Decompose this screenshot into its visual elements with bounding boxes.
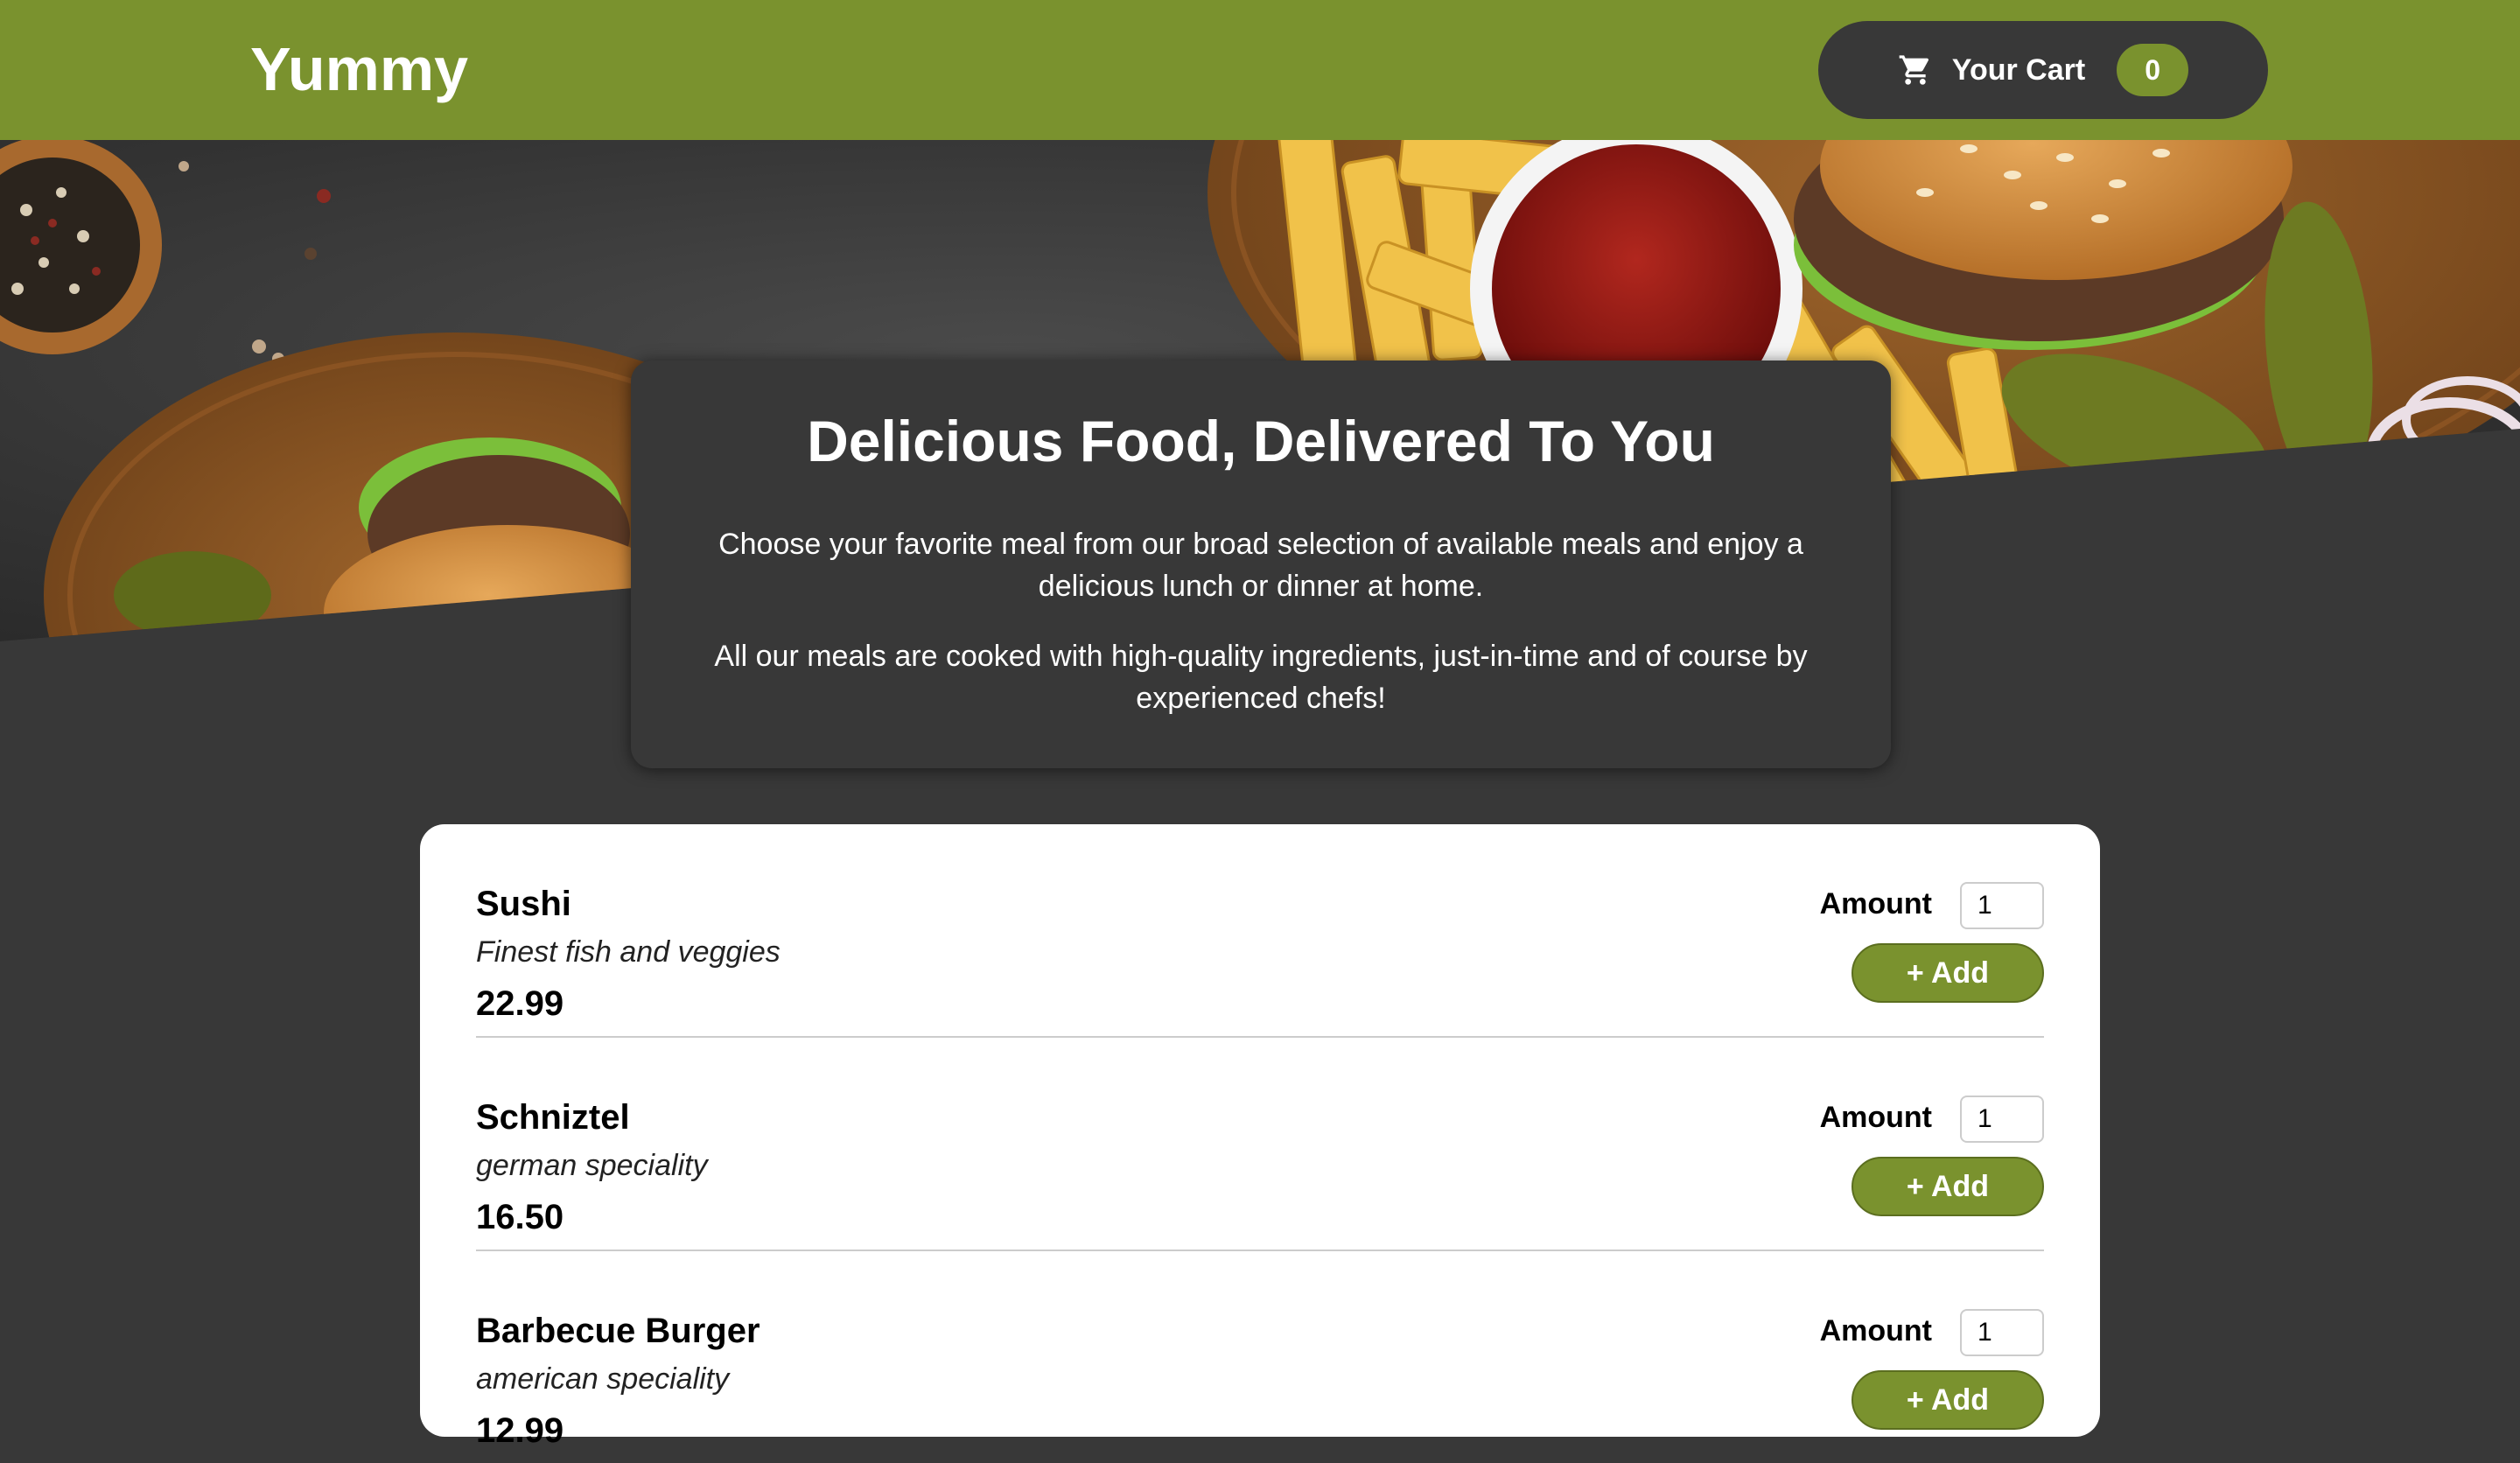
meal-description: american speciality	[476, 1362, 730, 1396]
meal-description: Finest fish and veggies	[476, 935, 780, 969]
meal-item-barbecue-burger: Barbecue Burger american speciality 12.9…	[476, 1251, 2044, 1463]
intro-paragraph-2: All our meals are cooked with high-quali…	[714, 640, 1808, 715]
meal-name: Schniztel	[476, 1098, 630, 1137]
cart-icon	[1899, 55, 1928, 85]
meal-price: 12.99	[476, 1411, 564, 1450]
intro-title: Delicious Food, Delivered To You	[807, 409, 1715, 473]
add-button[interactable]: + Add	[1852, 1157, 2044, 1216]
amount-label: Amount	[1819, 1314, 1932, 1348]
cart-count-badge: 0	[2117, 44, 2189, 96]
cart-label: Your Cart	[1951, 52, 2086, 87]
meal-item-schniztel: Schniztel german speciality 16.50 Amount…	[476, 1038, 2044, 1251]
add-button[interactable]: + Add	[1852, 1370, 2044, 1430]
amount-label: Amount	[1819, 1101, 1932, 1134]
meal-price: 22.99	[476, 984, 564, 1023]
meals-list: Sushi Finest fish and veggies 22.99 Amou…	[420, 824, 2100, 1450]
amount-input[interactable]	[1960, 882, 2044, 929]
intro-paragraph-1: Choose your favorite meal from our broad…	[718, 528, 1803, 603]
amount-label: Amount	[1819, 887, 1932, 920]
amount-input[interactable]	[1960, 1309, 2044, 1356]
intro-card: Delicious Food, Delivered To You Choose …	[631, 360, 1891, 768]
site-header: Yummy Your Cart 0	[0, 0, 2520, 140]
meal-name: Sushi	[476, 885, 571, 923]
meal-description: german speciality	[476, 1149, 708, 1182]
amount-input[interactable]	[1960, 1096, 2044, 1143]
cart-button[interactable]: Your Cart 0	[1818, 21, 2268, 119]
meal-name: Barbecue Burger	[476, 1312, 760, 1350]
meal-price: 16.50	[476, 1198, 564, 1236]
meal-item-sushi: Sushi Finest fish and veggies 22.99 Amou…	[476, 824, 2044, 1038]
add-button[interactable]: + Add	[1852, 943, 2044, 1003]
brand-logo[interactable]: Yummy	[250, 30, 468, 108]
